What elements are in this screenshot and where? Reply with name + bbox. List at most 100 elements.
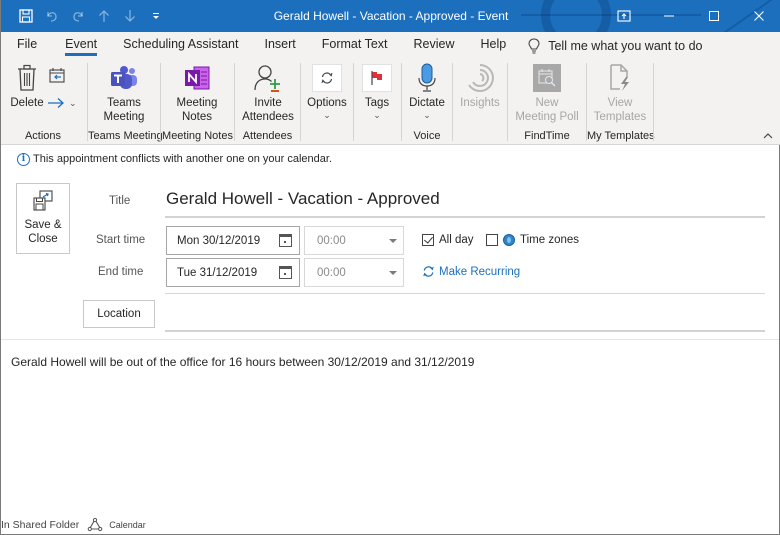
tell-me-search[interactable]: Tell me what you want to do (528, 37, 703, 54)
shared-folder-icon (87, 518, 103, 532)
undo-button[interactable] (39, 0, 65, 32)
dictate-label: Dictate (409, 97, 445, 109)
delete-label: Delete (10, 97, 44, 109)
dropdown-arrow-icon[interactable] (389, 239, 397, 243)
recurrence-icon (423, 266, 434, 277)
title-input[interactable]: Gerald Howell - Vacation - Approved (165, 184, 765, 218)
end-time-value: 00:00 (317, 266, 346, 279)
insights-icon (468, 64, 494, 92)
calendar-icon[interactable] (279, 266, 292, 279)
end-time-input[interactable]: 00:00 (304, 258, 404, 287)
chevron-down-icon: ⌄ (423, 110, 431, 120)
meeting-notes-label-1: Meeting (176, 97, 218, 109)
close-button[interactable] (736, 0, 780, 32)
customize-qat-icon (153, 13, 159, 19)
flag-icon (371, 71, 382, 85)
group-actions: Delete ⌄ Actions (1, 59, 85, 145)
previous-item-button[interactable] (91, 0, 117, 32)
ribbon-display-options-button[interactable] (601, 0, 646, 32)
save-and-close-button[interactable]: Save & Close (16, 183, 70, 254)
title-label: Title (109, 195, 131, 207)
insights-label: Insights (460, 97, 500, 109)
teams-meeting-label-1: Teams (107, 97, 141, 109)
tab-format-text[interactable]: Format Text (314, 32, 396, 59)
delete-button[interactable]: Delete (9, 62, 45, 110)
group-findtime: New Meeting Poll FindTime (508, 59, 586, 145)
invite-attendees-button[interactable]: Invite Attendees (237, 62, 299, 124)
tell-me-placeholder: Tell me what you want to do (548, 38, 703, 53)
tab-file[interactable]: File (9, 32, 45, 59)
title-bar: Gerald Howell - Vacation - Approved - Ev… (1, 0, 780, 32)
time-zones-label: Time zones (520, 234, 580, 246)
tags-button[interactable]: Tags ⌄ (360, 62, 394, 120)
minimize-button[interactable] (646, 0, 691, 32)
tab-insert[interactable]: Insert (256, 32, 303, 59)
meeting-poll-icon (538, 69, 556, 87)
globe-icon (503, 234, 515, 246)
calendar-icon[interactable] (279, 234, 292, 247)
view-templates-button[interactable]: View Templates (589, 62, 651, 124)
templates-icon (610, 64, 629, 91)
lightbulb-icon (528, 37, 540, 54)
recurrence-icon (321, 72, 333, 84)
location-button[interactable]: Location (83, 300, 155, 328)
new-meeting-poll-label-1: New (535, 97, 559, 109)
invite-attendees-label-1: Invite (254, 97, 282, 109)
start-time-input[interactable]: 00:00 (304, 226, 404, 255)
maximize-button[interactable] (691, 0, 736, 32)
minimize-icon (663, 15, 674, 17)
save-icon (19, 9, 33, 23)
forward-arrow-icon (48, 98, 64, 108)
tab-review[interactable]: Review (406, 32, 463, 59)
meeting-notes-button[interactable]: Meeting Notes (167, 62, 227, 124)
tags-label: Tags (364, 97, 390, 109)
start-date-input[interactable]: Mon 30/12/2019 (166, 226, 300, 255)
end-date-value: Tue 31/12/2019 (177, 266, 258, 279)
options-button[interactable]: Options ⌄ (305, 62, 349, 120)
end-date-input[interactable]: Tue 31/12/2019 (166, 258, 300, 287)
tab-help[interactable]: Help (473, 32, 515, 59)
insights-button[interactable]: Insights (457, 62, 503, 110)
group-label-voice: Voice (413, 130, 441, 142)
field-divider (165, 293, 765, 294)
start-time-label: Start time (96, 234, 146, 246)
redo-button[interactable] (65, 0, 91, 32)
make-recurring-link[interactable]: Make Recurring (422, 265, 520, 278)
time-zones-checkbox[interactable]: Time zones (486, 234, 579, 246)
shared-folder-label: In Shared Folder (1, 519, 80, 531)
info-icon: i (17, 152, 30, 166)
collapse-ribbon-button[interactable] (763, 130, 773, 142)
end-time-label: End time (98, 266, 144, 278)
next-item-button[interactable] (117, 0, 143, 32)
all-day-check-box[interactable] (422, 234, 434, 246)
dropdown-arrow-icon[interactable] (389, 271, 397, 275)
conflict-message: This appointment conflicts with another … (33, 153, 333, 165)
save-button[interactable] (13, 0, 39, 32)
trash-icon (18, 64, 36, 91)
message-body[interactable]: Gerald Howell will be out of the office … (11, 355, 474, 369)
invite-attendees-icon (254, 65, 280, 92)
calendar-arrow-icon (49, 68, 65, 83)
ribbon-separator (653, 63, 654, 141)
location-input[interactable] (165, 300, 765, 330)
group-attendees: Invite Attendees Attendees (235, 59, 300, 145)
calendar-action-button[interactable] (47, 67, 67, 83)
arrow-down-icon (125, 10, 135, 22)
chevron-down-icon: ⌄ (323, 110, 331, 120)
onenote-icon (185, 66, 210, 90)
save-close-label-2: Close (28, 233, 58, 245)
dictate-button[interactable]: Dictate ⌄ (406, 62, 448, 120)
teams-meeting-button[interactable]: Teams Meeting (94, 62, 154, 124)
time-zones-check-box[interactable] (486, 234, 498, 246)
ribbon: Delete ⌄ Actions Teams Meeting Teams Mee… (1, 59, 780, 145)
group-label-actions: Actions (24, 130, 62, 142)
customize-qat-button[interactable] (143, 0, 169, 32)
group-label-attendees: Attendees (242, 130, 293, 142)
new-meeting-poll-button[interactable]: New Meeting Poll (510, 62, 584, 124)
forward-button[interactable]: ⌄ (47, 97, 77, 109)
all-day-checkbox[interactable]: All day (422, 234, 474, 246)
group-meeting-notes: Meeting Notes Meeting Notes (161, 59, 234, 145)
tab-event[interactable]: Event (57, 32, 105, 59)
tab-scheduling-assistant[interactable]: Scheduling Assistant (115, 32, 246, 59)
all-day-label: All day (439, 234, 474, 246)
